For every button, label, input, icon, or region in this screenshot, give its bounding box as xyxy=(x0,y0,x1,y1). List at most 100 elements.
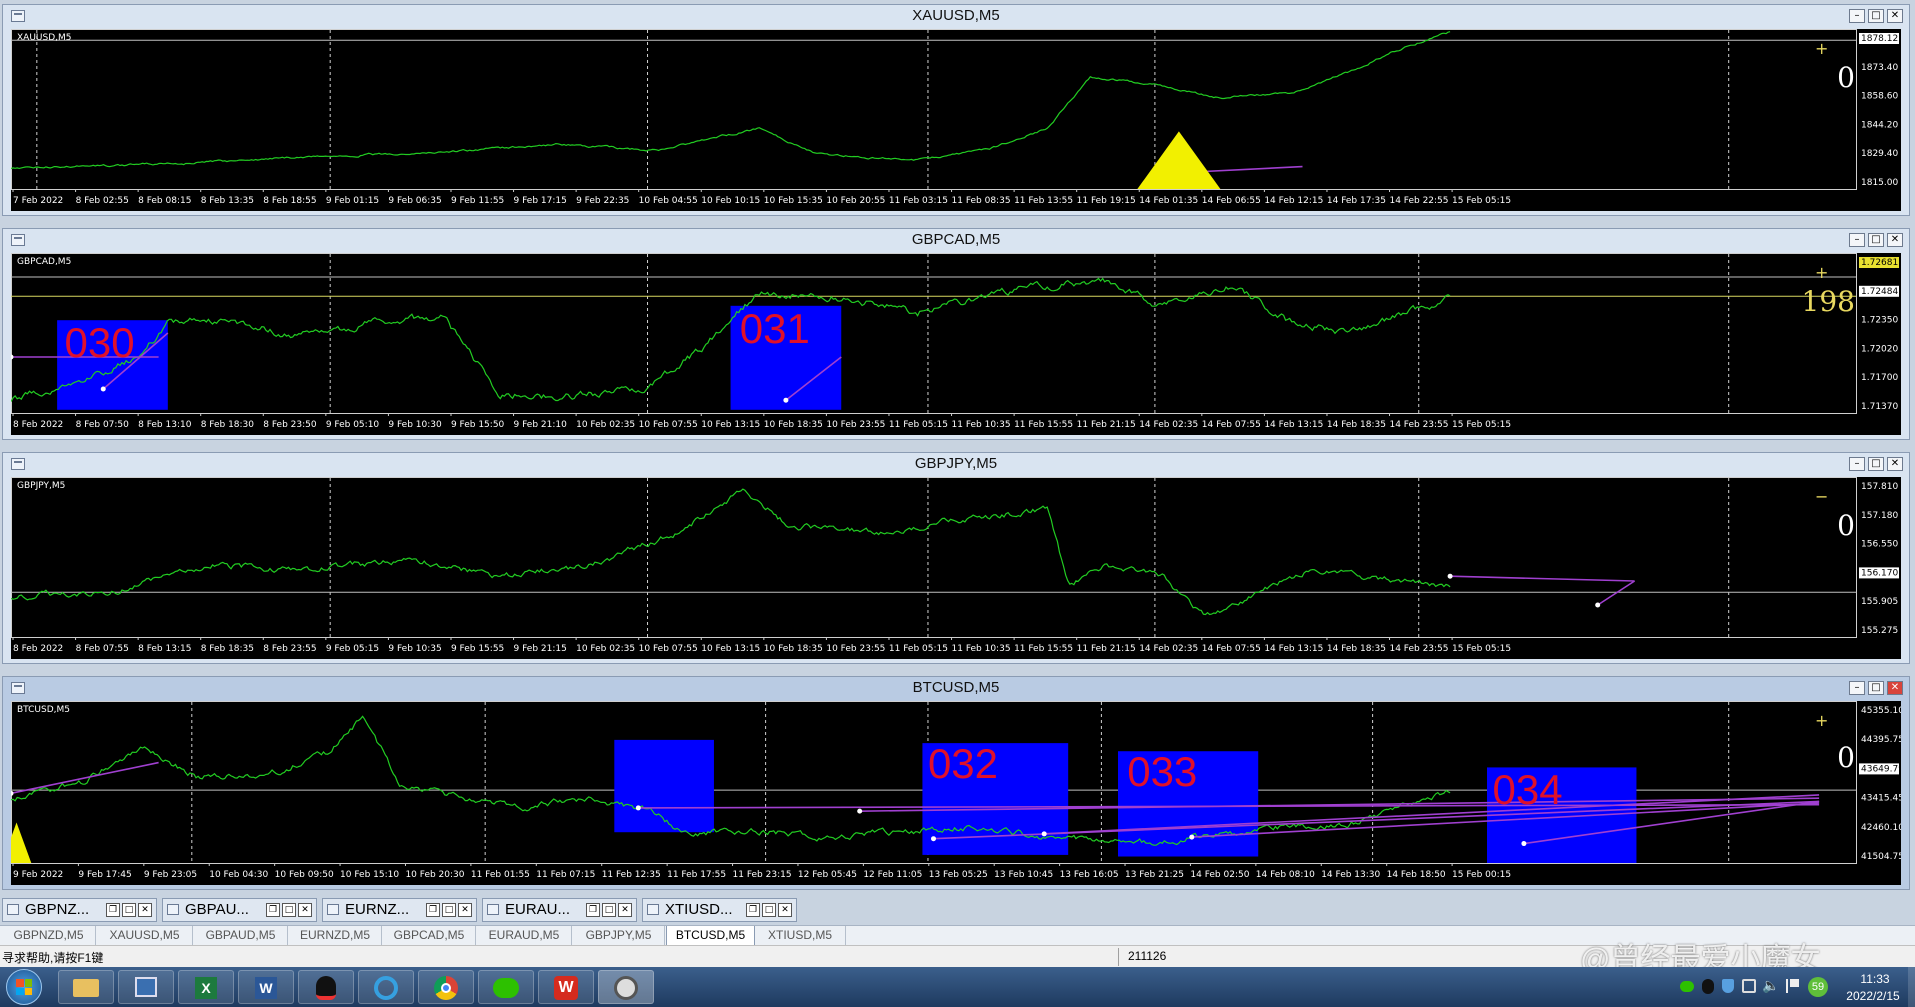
close-button[interactable]: ✕ xyxy=(778,903,792,917)
symbol-tab[interactable]: GBPAUD,M5 xyxy=(194,926,288,945)
minimize-button[interactable]: – xyxy=(1849,681,1865,695)
price-chart[interactable]: 8 Feb 2022 8 Feb 07:55 8 Feb 13:15 8 Feb 18… xyxy=(11,477,1901,659)
tray-qq-icon[interactable] xyxy=(1702,979,1714,994)
chart-window-title: BTCUSD,M5 xyxy=(912,679,1000,696)
tray-network-icon[interactable] xyxy=(1742,979,1756,993)
trend-anchor-point xyxy=(1447,573,1453,579)
close-button[interactable]: ✕ xyxy=(1887,233,1903,247)
chart-window-gbpjpy[interactable]: GBPJPY,M5 – □ ✕ 8 Feb 2022 8 Feb 07:55 8 F… xyxy=(2,452,1910,664)
minimize-button[interactable]: – xyxy=(1849,457,1865,471)
time-axis-label: 11 Feb 10:35 xyxy=(952,644,1011,654)
trend-anchor-point xyxy=(635,805,641,811)
maximize-button[interactable]: □ xyxy=(282,903,296,917)
taskbar-folder-icon[interactable] xyxy=(58,970,114,1004)
time-axis-label: 10 Feb 07:55 xyxy=(639,644,698,654)
maximize-button[interactable]: □ xyxy=(1868,681,1884,695)
maximize-button[interactable]: □ xyxy=(1868,457,1884,471)
taskbar-chrome-icon[interactable] xyxy=(418,970,474,1004)
time-axis-label: 9 Feb 2022 xyxy=(13,870,63,880)
window-tab[interactable]: XTIUSD... ❐ □ ✕ xyxy=(642,898,797,922)
restore-button[interactable]: ❐ xyxy=(426,903,440,917)
minimize-button[interactable]: – xyxy=(1849,233,1865,247)
time-axis-label: 11 Feb 13:55 xyxy=(1014,196,1073,206)
taskbar-word-icon[interactable]: W xyxy=(238,970,294,1004)
time-axis-label: 14 Feb 02:50 xyxy=(1190,870,1249,880)
window-tab[interactable]: EURNZ... ❐ □ ✕ xyxy=(322,898,477,922)
maximize-button[interactable]: □ xyxy=(602,903,616,917)
tray-shield-icon[interactable] xyxy=(1722,979,1734,993)
symbol-tab[interactable]: BTCUSD,M5 xyxy=(666,926,755,946)
close-button[interactable]: ✕ xyxy=(138,903,152,917)
price-axis-label: 1.71700 xyxy=(1861,373,1898,383)
time-axis-label: 9 Feb 01:15 xyxy=(326,196,379,206)
taskbar-computer-icon[interactable] xyxy=(118,970,174,1004)
symbol-tab[interactable]: EURAUD,M5 xyxy=(477,926,572,945)
symbol-tab[interactable]: EURNZD,M5 xyxy=(289,926,382,945)
close-button[interactable]: ✕ xyxy=(1887,9,1903,23)
trend-anchor-point xyxy=(783,397,789,403)
close-button[interactable]: ✕ xyxy=(1887,681,1903,695)
chart-window-btcusd[interactable]: BTCUSD,M5 – □ ✕ 9 Feb 2022 9 Feb 17:45 9 F… xyxy=(2,676,1910,890)
maximize-button[interactable]: □ xyxy=(1868,9,1884,23)
maximize-button[interactable]: □ xyxy=(122,903,136,917)
window-tab[interactable]: GBPNZ... ❐ □ ✕ xyxy=(2,898,157,922)
taskbar-wps-icon[interactable]: W xyxy=(538,970,594,1004)
tray-flag-icon[interactable] xyxy=(1786,979,1799,993)
maximize-button[interactable]: □ xyxy=(762,903,776,917)
close-button[interactable]: ✕ xyxy=(298,903,312,917)
tray-volume-icon[interactable]: 🔈 xyxy=(1762,978,1779,994)
highlight-box-label: 030 xyxy=(64,319,135,366)
price-chart[interactable]: 8 Feb 2022 8 Feb 07:50 8 Feb 13:10 8 Feb 18… xyxy=(11,253,1901,435)
tray-wechat-icon[interactable] xyxy=(1680,981,1694,992)
tray-badge[interactable]: 59 xyxy=(1808,977,1828,997)
taskbar-edge-icon[interactable] xyxy=(358,970,414,1004)
window-tab[interactable]: GBPAU... ❐ □ ✕ xyxy=(162,898,317,922)
maximize-button[interactable]: □ xyxy=(442,903,456,917)
restore-button[interactable]: ❐ xyxy=(586,903,600,917)
price-chart[interactable]: 7 Feb 2022 8 Feb 02:55 8 Feb 08:15 8 Feb 13… xyxy=(11,29,1901,211)
taskbar-mt4-icon[interactable] xyxy=(598,970,654,1004)
time-axis-label: 9 Feb 21:10 xyxy=(514,420,568,430)
time-axis-label: 11 Feb 03:15 xyxy=(889,196,948,206)
restore-button[interactable]: ❐ xyxy=(266,903,280,917)
time-axis-label: 11 Feb 08:35 xyxy=(952,196,1011,206)
taskbar-qq-icon[interactable] xyxy=(298,970,354,1004)
taskbar-excel-icon[interactable]: X xyxy=(178,970,234,1004)
show-desktop-button[interactable] xyxy=(1908,967,1915,1007)
time-axis-label: 8 Feb 07:50 xyxy=(76,420,130,430)
symbol-tab[interactable]: GBPCAD,M5 xyxy=(383,926,476,945)
price-axis-label: 1873.40 xyxy=(1861,63,1898,73)
restore-button[interactable]: ❐ xyxy=(106,903,120,917)
clock-time[interactable]: 11:33 xyxy=(1850,972,1900,986)
window-tab[interactable]: EURAU... ❐ □ ✕ xyxy=(482,898,637,922)
symbol-tab[interactable]: XAUUSD,M5 xyxy=(97,926,193,945)
time-axis-label: 14 Feb 02:35 xyxy=(1139,644,1198,654)
price-axis-label: 1815.00 xyxy=(1861,178,1898,188)
time-axis-label: 14 Feb 07:55 xyxy=(1202,420,1261,430)
trend-anchor-point xyxy=(1041,831,1047,837)
taskbar-wechat-icon[interactable] xyxy=(478,970,534,1004)
chart-window-xauusd[interactable]: XAUUSD,M5 – □ ✕ 7 Feb 2022 8 Feb 02:55 8 F… xyxy=(2,4,1910,216)
maximize-button[interactable]: □ xyxy=(1868,233,1884,247)
price-axis-label: 157.810 xyxy=(1861,482,1898,492)
start-button[interactable] xyxy=(6,969,42,1005)
minimize-button[interactable]: – xyxy=(1849,9,1865,23)
close-button[interactable]: ✕ xyxy=(458,903,472,917)
time-axis-label: 11 Feb 21:15 xyxy=(1077,420,1136,430)
close-button[interactable]: ✕ xyxy=(618,903,632,917)
symbol-tab[interactable]: GBPNZD,M5 xyxy=(2,926,96,945)
windows-taskbar: X W W 🔈 59 11:33 2022/2/15 xyxy=(0,967,1915,1007)
restore-button[interactable]: ❐ xyxy=(746,903,760,917)
price-chart[interactable]: 9 Feb 2022 9 Feb 17:45 9 Feb 23:05 10 Feb 0… xyxy=(11,701,1901,885)
symbol-tab[interactable]: XTIUSD,M5 xyxy=(755,926,846,945)
status-help-text: 寻求帮助,请按F1键 xyxy=(2,951,104,965)
chart-window-gbpcad[interactable]: GBPCAD,M5 – □ ✕ 8 Feb 2022 8 Feb 07:50 8 F… xyxy=(2,228,1910,440)
clock-date[interactable]: 2022/2/15 xyxy=(1838,989,1908,1003)
time-axis-label: 10 Feb 18:35 xyxy=(764,644,823,654)
price-axis-label: 155.905 xyxy=(1861,597,1898,607)
time-axis-label: 10 Feb 10:15 xyxy=(701,196,760,206)
time-axis-label: 8 Feb 2022 xyxy=(13,420,63,430)
chart-plus-icon: + xyxy=(1815,711,1829,730)
symbol-tab[interactable]: GBPJPY,M5 xyxy=(573,926,665,945)
close-button[interactable]: ✕ xyxy=(1887,457,1903,471)
